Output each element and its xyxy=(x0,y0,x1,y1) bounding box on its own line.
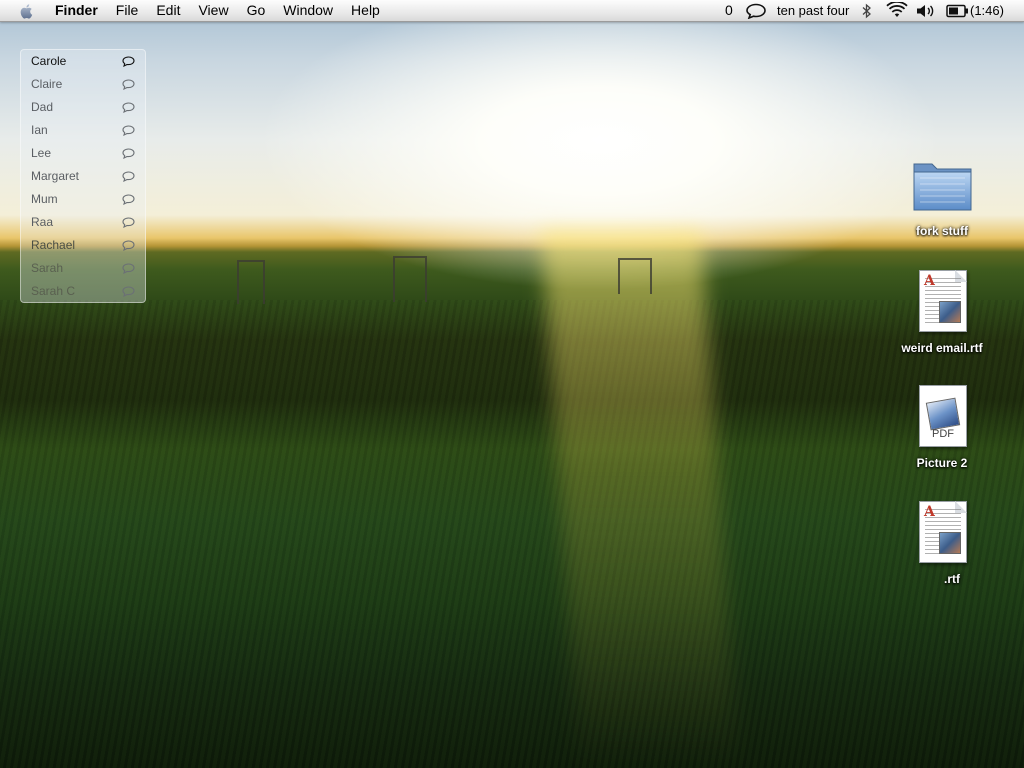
buddy-name: Claire xyxy=(31,77,63,91)
unread-count[interactable]: 0 xyxy=(725,0,733,21)
apple-icon[interactable] xyxy=(18,2,36,20)
menu-edit[interactable]: Edit xyxy=(147,0,189,21)
embedded-photo xyxy=(939,532,961,554)
grass-texture xyxy=(0,300,1024,768)
buddy-name: Margaret xyxy=(31,169,80,183)
chat-bubble-icon[interactable] xyxy=(122,125,135,136)
buddy-item[interactable]: Claire xyxy=(21,73,145,96)
chat-bubble-icon[interactable] xyxy=(122,263,135,274)
folder-icon xyxy=(913,163,972,211)
buddy-item[interactable]: Rachael xyxy=(21,234,145,257)
chat-bubble-icon[interactable] xyxy=(122,102,135,113)
chat-bubble-icon[interactable] xyxy=(122,56,135,67)
buddy-item[interactable]: Lee xyxy=(21,142,145,165)
desktop-icon-label: Picture 2 xyxy=(916,456,968,470)
desktop-wallpaper xyxy=(0,0,1024,768)
pdf-badge: PDF xyxy=(932,428,954,440)
buddy-name: Lee xyxy=(31,146,52,160)
desktop-icon-label: .rtf xyxy=(944,572,960,586)
buddy-name: Ian xyxy=(31,123,48,137)
menu-bar: Finder File Edit View Go Window Help 0 t… xyxy=(0,0,1024,22)
pylon xyxy=(393,256,427,302)
rtf-document-icon: A xyxy=(919,501,967,563)
speech-bubble-icon[interactable] xyxy=(745,3,767,19)
chat-bubble-icon[interactable] xyxy=(122,240,135,251)
buddy-name: Carole xyxy=(31,54,67,68)
menu-window[interactable]: Window xyxy=(274,0,342,21)
drop-cap-glyph: A xyxy=(924,273,935,289)
buddy-name: Mum xyxy=(31,192,58,206)
pdf-document-icon: PDF xyxy=(919,385,967,447)
battery-time[interactable]: (1:46) xyxy=(970,0,1004,21)
menu-view[interactable]: View xyxy=(189,0,237,21)
drop-cap-glyph: A xyxy=(924,504,935,520)
clock-text[interactable]: ten past four xyxy=(777,0,849,21)
menu-help[interactable]: Help xyxy=(342,0,389,21)
buddy-item[interactable]: Carole xyxy=(21,50,145,73)
menu-list: Finder File Edit View Go Window Help xyxy=(46,0,389,21)
menu-file[interactable]: File xyxy=(107,0,148,21)
buddy-list-panel: Carole Claire Dad Ian Lee Margaret Mum R… xyxy=(20,49,146,303)
desktop-icon-rtf[interactable]: A weird email.rtf xyxy=(892,268,992,358)
pdf-preview-image xyxy=(925,397,961,431)
pylon xyxy=(618,258,652,294)
buddy-name: Raa xyxy=(31,215,54,229)
buddy-item[interactable]: Sarah C xyxy=(21,280,145,303)
buddy-item[interactable]: Dad xyxy=(21,96,145,119)
pylon xyxy=(237,260,265,304)
menu-go[interactable]: Go xyxy=(238,0,275,21)
wifi-icon[interactable] xyxy=(886,2,908,19)
buddy-name: Rachael xyxy=(31,238,76,252)
desktop-icon-rtf[interactable]: A .rtf xyxy=(892,499,992,589)
desktop-icon-label: weird email.rtf xyxy=(901,341,983,355)
battery-icon[interactable] xyxy=(946,4,970,18)
buddy-item[interactable]: Sarah xyxy=(21,257,145,280)
chat-bubble-icon[interactable] xyxy=(122,194,135,205)
bluetooth-icon[interactable] xyxy=(861,3,873,19)
menu-finder[interactable]: Finder xyxy=(46,0,107,21)
buddy-name: Sarah C xyxy=(31,284,76,298)
chat-bubble-icon[interactable] xyxy=(122,286,135,297)
buddy-name: Dad xyxy=(31,100,54,114)
buddy-item[interactable]: Raa xyxy=(21,211,145,234)
buddy-name: Sarah xyxy=(31,261,64,275)
volume-icon[interactable] xyxy=(916,3,936,19)
desktop-icon-label: fork stuff xyxy=(916,224,968,238)
desktop-icon-folder[interactable]: fork stuff xyxy=(892,150,992,242)
rtf-document-icon: A xyxy=(919,270,967,332)
embedded-photo xyxy=(939,301,961,323)
chat-bubble-icon[interactable] xyxy=(122,148,135,159)
buddy-item[interactable]: Ian xyxy=(21,119,145,142)
buddy-item[interactable]: Mum xyxy=(21,188,145,211)
buddy-item[interactable]: Margaret xyxy=(21,165,145,188)
chat-bubble-icon[interactable] xyxy=(122,217,135,228)
chat-bubble-icon[interactable] xyxy=(122,79,135,90)
chat-bubble-icon[interactable] xyxy=(122,171,135,182)
desktop-icon-pdf[interactable]: PDF Picture 2 xyxy=(892,383,992,473)
